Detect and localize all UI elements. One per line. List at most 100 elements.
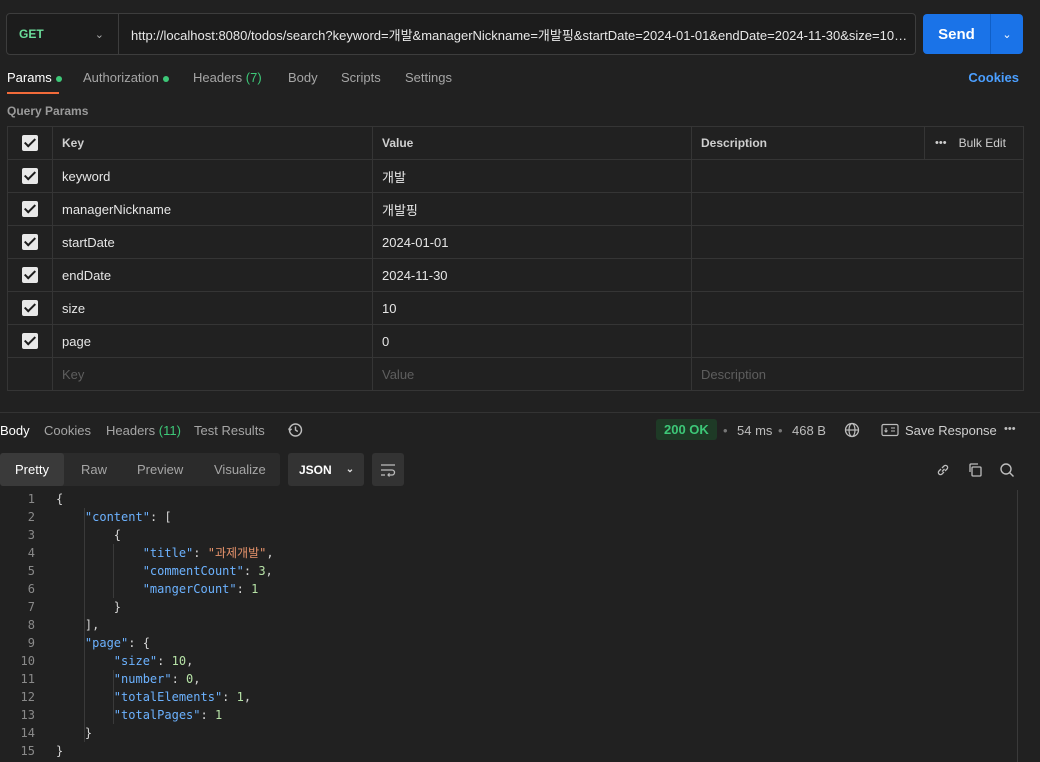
header-key: Key — [52, 126, 373, 160]
response-tab-cookies[interactable]: Cookies — [44, 423, 91, 438]
header-value: Value — [372, 126, 692, 160]
param-value[interactable]: 0 — [372, 324, 692, 358]
code-text: ], — [56, 618, 100, 632]
view-tab-visualize[interactable]: Visualize — [214, 453, 266, 486]
param-description[interactable] — [691, 291, 1024, 325]
code-text: "number": 0, — [113, 672, 201, 686]
row-checkbox[interactable] — [22, 201, 38, 218]
param-value[interactable]: 2024-01-01 — [372, 225, 692, 259]
format-label: JSON — [299, 462, 332, 477]
more-options-icon[interactable]: ••• — [1004, 423, 1016, 435]
header-description-cell: Description ••• Bulk Edit — [691, 126, 1024, 160]
row-checkbox-cell[interactable] — [7, 324, 53, 358]
row-checkbox-cell[interactable] — [7, 159, 53, 193]
response-tab-test-results[interactable]: Test Results — [194, 423, 265, 438]
new-value-input[interactable]: Value — [372, 357, 692, 391]
row-checkbox[interactable] — [22, 168, 38, 185]
indent-guide — [113, 670, 114, 724]
row-checkbox[interactable] — [22, 234, 38, 251]
param-key[interactable]: keyword — [52, 159, 373, 193]
table-row: page 0 — [7, 324, 1024, 358]
param-key[interactable]: endDate — [52, 258, 373, 292]
tab-body[interactable]: Body — [288, 70, 318, 85]
param-description[interactable] — [691, 225, 1024, 259]
code-text: "title": "과제개발", — [142, 546, 274, 560]
code-text: "totalPages": 1 — [113, 708, 223, 722]
bulk-edit-button[interactable]: ••• Bulk Edit — [924, 127, 1023, 159]
globe-icon[interactable] — [843, 421, 861, 439]
view-mode-tabs: Pretty Raw Preview Visualize — [0, 453, 280, 486]
select-all-checkbox[interactable] — [22, 135, 38, 151]
response-divider — [0, 412, 1040, 413]
send-button[interactable]: Send — [923, 26, 990, 43]
param-description[interactable] — [691, 159, 1024, 193]
send-dropdown-chevron-icon[interactable]: ⌄ — [991, 28, 1023, 41]
view-tab-pretty[interactable]: Pretty — [0, 453, 64, 486]
row-checkbox-cell[interactable] — [7, 225, 53, 259]
line-number: 6 — [27, 582, 35, 596]
table-row: startDate 2024-01-01 — [7, 225, 1024, 259]
param-description[interactable] — [691, 258, 1024, 292]
view-tab-preview[interactable]: Preview — [137, 453, 183, 486]
code-line: 14 } — [0, 724, 1016, 742]
empty-checkbox-cell — [7, 357, 53, 391]
format-selector[interactable]: JSON ⌄ — [288, 453, 364, 486]
param-key[interactable]: startDate — [52, 225, 373, 259]
code-text: { — [56, 492, 64, 506]
view-tab-raw[interactable]: Raw — [81, 453, 107, 486]
new-key-input[interactable]: Key — [52, 357, 373, 391]
code-text: { — [56, 528, 122, 542]
param-key[interactable]: managerNickname — [52, 192, 373, 226]
link-icon[interactable] — [934, 461, 952, 479]
tab-authorization[interactable]: Authorization — [83, 70, 169, 85]
response-size[interactable]: 468 B — [792, 423, 826, 438]
code-line: 5 "commentCount": 3, — [0, 562, 1016, 580]
tab-scripts[interactable]: Scripts — [341, 70, 381, 85]
row-checkbox[interactable] — [22, 300, 38, 317]
code-text: "size": 10, — [113, 654, 194, 668]
tab-headers[interactable]: Headers (7) — [193, 70, 262, 85]
cookies-link[interactable]: Cookies — [968, 70, 1019, 85]
save-response-icon[interactable] — [880, 422, 900, 438]
param-value[interactable]: 10 — [372, 291, 692, 325]
method-selector[interactable]: GET ⌄ — [7, 14, 119, 54]
param-description[interactable] — [691, 324, 1024, 358]
param-description[interactable] — [691, 192, 1024, 226]
url-input[interactable]: http://localhost:8080/todos/search?keywo… — [119, 25, 909, 44]
row-checkbox-cell[interactable] — [7, 291, 53, 325]
code-line: 7 } — [0, 598, 1016, 616]
new-description-input[interactable]: Description — [691, 357, 1024, 391]
code-line: 6 "mangerCount": 1 — [0, 580, 1016, 598]
copy-icon[interactable] — [966, 461, 984, 479]
tab-settings[interactable]: Settings — [405, 70, 452, 85]
param-key[interactable]: page — [52, 324, 373, 358]
param-key[interactable]: size — [52, 291, 373, 325]
row-checkbox[interactable] — [22, 333, 38, 350]
active-tab-underline — [7, 92, 59, 94]
line-number: 9 — [27, 636, 35, 650]
param-value[interactable]: 2024-11-30 — [372, 258, 692, 292]
response-time[interactable]: 54 ms — [737, 423, 772, 438]
more-icon: ••• — [935, 137, 947, 149]
response-tab-body[interactable]: Body — [0, 423, 30, 438]
code-text: } — [56, 744, 64, 758]
tab-params[interactable]: Params — [7, 70, 62, 85]
row-checkbox-cell[interactable] — [7, 192, 53, 226]
history-icon[interactable] — [286, 421, 304, 439]
code-text: "mangerCount": 1 — [142, 582, 259, 596]
search-icon[interactable] — [998, 461, 1016, 479]
param-value[interactable]: 개발 — [372, 159, 692, 193]
save-response-button[interactable]: Save Response — [905, 423, 997, 438]
response-tab-headers[interactable]: Headers (11) — [106, 423, 181, 438]
response-body-code[interactable]: 1{2 "content": [3 {4 "title": "과제개발", 5 "… — [0, 490, 1016, 760]
code-line: 10 "size": 10, — [0, 652, 1016, 670]
header-checkbox-cell[interactable] — [7, 126, 53, 160]
code-text: "content": [ — [84, 510, 172, 524]
chevron-down-icon: ⌄ — [94, 28, 104, 41]
status-badge[interactable]: 200 OK — [656, 419, 717, 440]
wrap-lines-button[interactable] — [372, 453, 404, 486]
row-checkbox[interactable] — [22, 267, 38, 284]
scrollbar[interactable] — [1017, 490, 1018, 762]
param-value[interactable]: 개발핑 — [372, 192, 692, 226]
row-checkbox-cell[interactable] — [7, 258, 53, 292]
